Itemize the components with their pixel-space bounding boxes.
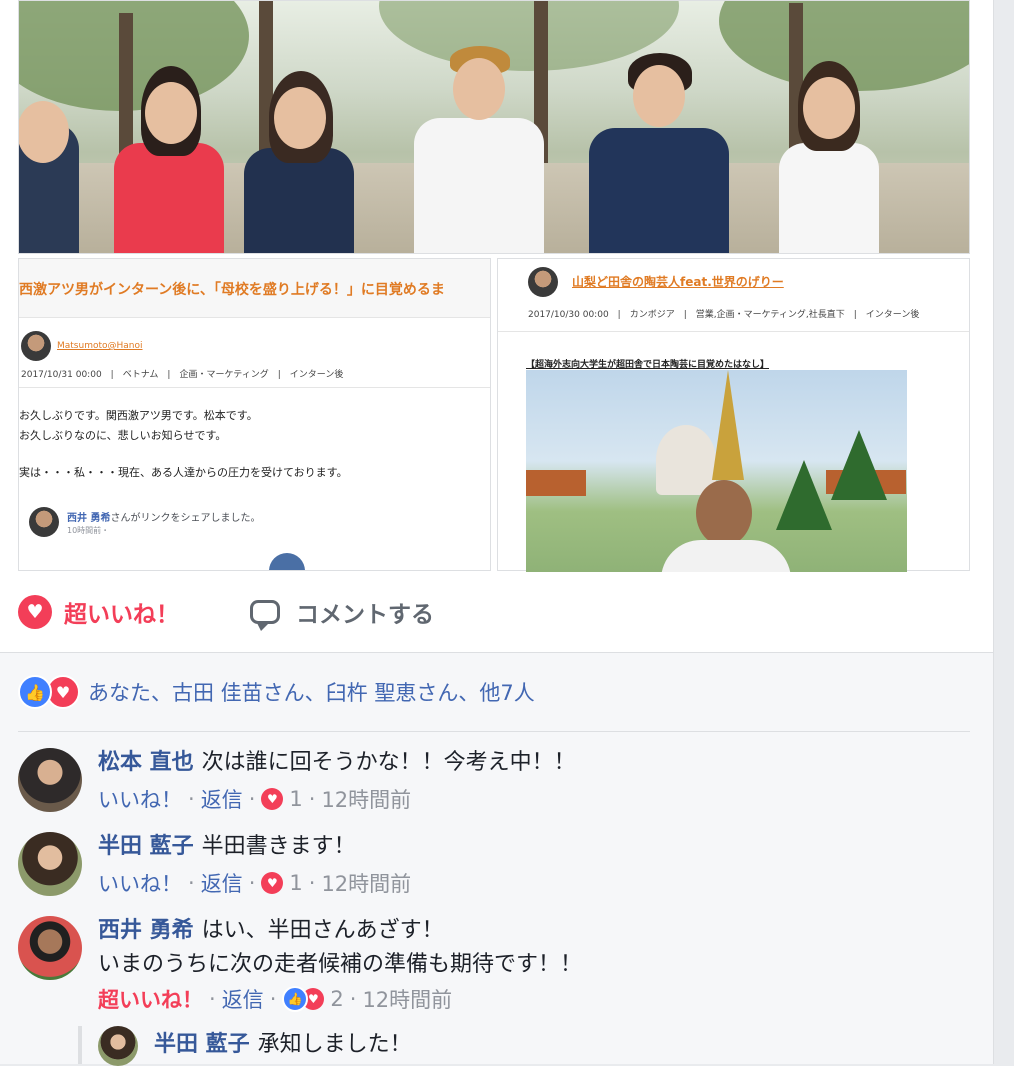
comment-text: 半田書きます！ [201,834,356,859]
thumbnail-body-line: 実は・・・私・・・現在、ある人達からの圧力を受けております。 [19,466,348,479]
comment-bubble-icon [250,600,280,631]
scrollbar-area[interactable] [993,0,1014,1064]
thumbnail-title: 西激アツ男がインターン後に、「母校を盛り上げる！」に目覚めるま [19,282,445,298]
commenter-name[interactable]: 半田 藍子 [98,834,194,859]
reply-link[interactable]: 返信 [201,868,243,898]
comment-text: はい、半田さんあざす！ [201,918,444,943]
share-notice-text: さんがリンクをシェアしました。 [110,513,261,524]
reply-link[interactable]: 返信 [201,784,243,814]
love-reaction-icon: ♥ [261,872,284,894]
comment-time[interactable]: 12時間前 [321,784,411,814]
like-reaction-icon: 👍 [18,675,52,709]
super-like-label: 超いいね！ [64,602,179,628]
share-time: 10時間前・ [67,526,110,535]
like-link[interactable]: いいね！ [98,784,182,814]
reactions-summary[interactable]: 👍 ♥ あなた、古田 佳苗さん、臼杵 聖恵さん、他7人 [18,675,535,709]
comment-text-line2: いまのうちに次の走者候補の準備も期待です！！ [98,952,583,977]
author-avatar [21,331,51,361]
comment-meta: 超いいね！ · 返信 · 👍 ♥ 2 · 12時間前 [98,984,452,1014]
post-card: 西激アツ男がインターン後に、「母校を盛り上げる！」に目覚めるま Matsumot… [0,0,993,1066]
post-photo[interactable] [18,0,970,254]
shared-link-thumbnail-left[interactable]: 西激アツ男がインターン後に、「母校を盛り上げる！」に目覚めるま Matsumot… [18,258,491,571]
reactions-summary-text[interactable]: あなた、古田 佳苗さん、臼杵 聖恵さん、他7人 [88,677,535,707]
avatar[interactable] [18,916,82,980]
reaction-count[interactable]: 1 [289,871,302,895]
comment-button[interactable]: コメントする [250,590,434,634]
thumbnail-meta: 2017/10/30 00:00 | カンボジア | 営業,企画・マーケティング… [528,310,920,320]
sharer-avatar [29,507,59,537]
avatar[interactable] [18,748,82,812]
thumbnail-heading: 【超海外志向大学生が超田舎で日本陶芸に目覚めたはなし】 [526,360,770,370]
like-reaction-icon: 👍 [282,986,309,1012]
reply-link[interactable]: 返信 [222,984,264,1014]
thumbnail-body-line: お久しぶりです。関西激アツ男です。松本です。 [19,409,258,422]
comment-meta: いいね！ · 返信 · ♥ 1 · 12時間前 [98,784,411,814]
comment-time[interactable]: 12時間前 [321,868,411,898]
commenter-name[interactable]: 西井 勇希 [98,918,194,943]
comment-text: 承知しました！ [257,1032,412,1057]
comment-time[interactable]: 12時間前 [362,984,452,1014]
commenter-name[interactable]: 松本 直也 [98,750,194,775]
action-bar: ♥ 超いいね！ コメントする [18,590,970,634]
reaction-count[interactable]: 2 [330,987,343,1011]
super-like-button[interactable]: ♥ 超いいね！ [18,590,179,634]
thumbnail-author: Matsumoto@Hanoi [57,341,143,351]
comment-label: コメントする [296,602,434,628]
share-notice: 西井 勇希さんがリンクをシェアしました。 [67,509,260,524]
comment-text: 次は誰に回そうかな！！今考え中！！ [201,750,576,775]
reaction-count[interactable]: 1 [289,787,302,811]
avatar[interactable] [18,832,82,896]
sharer-name: 西井 勇希 [67,513,111,524]
thumbnail-body-line: お久しぶりなのに、悲しいお知らせです。 [19,429,227,442]
author-avatar [528,267,558,297]
badge-icon [269,553,305,570]
commenter-name[interactable]: 半田 藍子 [154,1032,250,1057]
avatar[interactable] [98,1026,138,1066]
comment-meta: いいね！ · 返信 · ♥ 1 · 12時間前 [98,868,411,898]
super-like-link[interactable]: 超いいね！ [98,984,203,1014]
thumbnail-title: 山梨ど田舎の陶芸人feat.世界のげりー [572,275,784,289]
heart-icon: ♥ [18,595,52,629]
like-link[interactable]: いいね！ [98,868,182,898]
thumbnail-meta: 2017/10/31 00:00 | ベトナム | 企画・マーケティング | イ… [21,370,344,380]
love-reaction-icon: ♥ [261,788,284,810]
temple-photo [526,370,907,572]
